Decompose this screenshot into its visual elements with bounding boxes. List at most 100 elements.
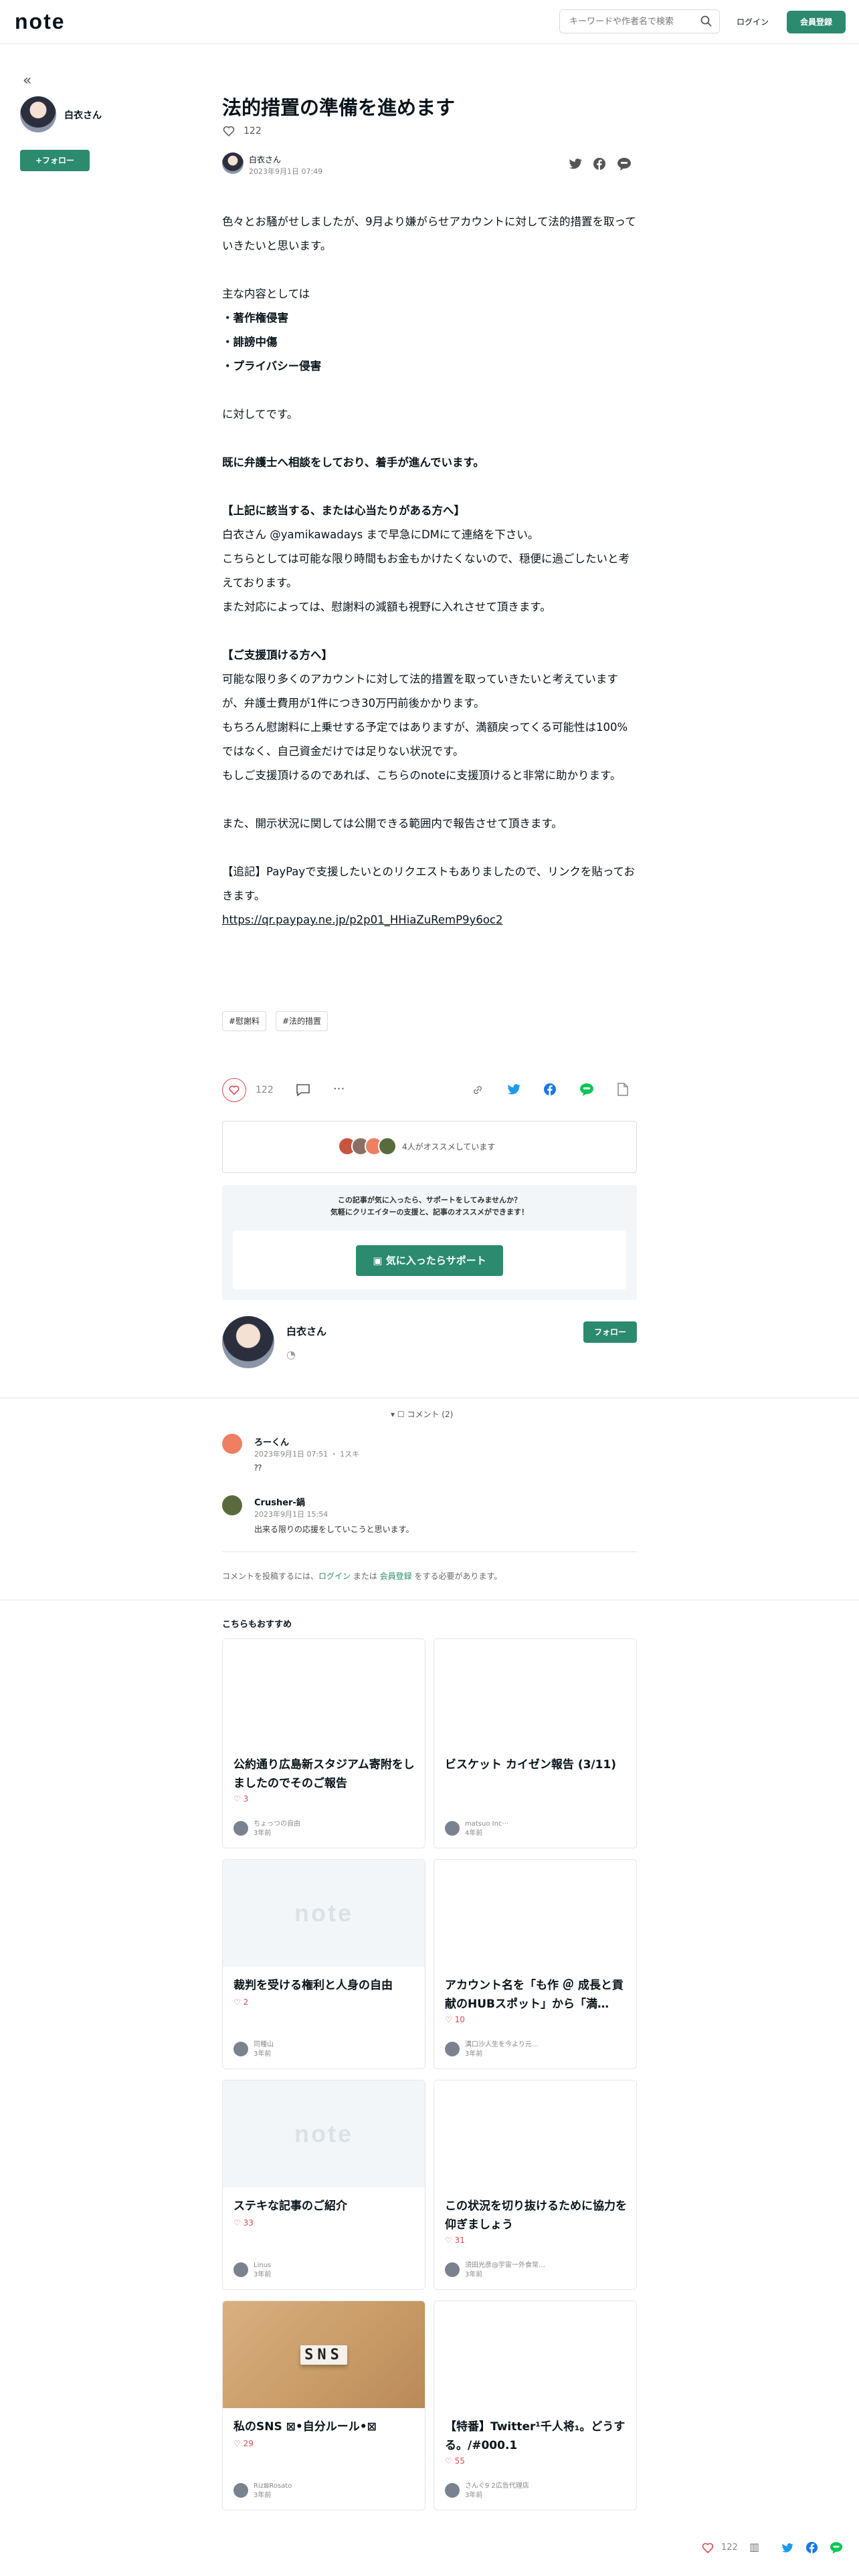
comment-icon: ☐ bbox=[397, 1410, 405, 1419]
recommend-count-text: 4人がオススメしています bbox=[402, 1142, 496, 1152]
comment-login-suffix: をする必要があります。 bbox=[411, 1572, 502, 1581]
card-time: 3年前 bbox=[465, 2050, 483, 2058]
recommend-card[interactable]: note 裁判を受ける権利と人身の自由 ♡ 2 同種山 3年前 bbox=[222, 1859, 425, 2069]
facebook-share-icon[interactable] bbox=[543, 1083, 557, 1096]
register-button[interactable]: 会員登録 bbox=[787, 11, 846, 33]
embed-icon[interactable] bbox=[617, 1083, 629, 1096]
site-header: note ログイン 会員登録 bbox=[0, 0, 859, 44]
card-like-count: 2 bbox=[243, 1998, 249, 2007]
recommend-card[interactable]: SNS 私のSNS ⊠•自分ルール•⊠ ♡ 29 Riz⊠Rosato 3年前 bbox=[222, 2300, 425, 2510]
line-share-icon[interactable] bbox=[579, 1083, 594, 1096]
line-share-icon[interactable] bbox=[830, 2541, 843, 2554]
card-title[interactable]: この状況を切り抜けるために協力を仰ぎましょう bbox=[445, 2197, 627, 2234]
publish-date: 2023年9月1日 07:49 bbox=[249, 167, 323, 176]
heart-icon[interactable] bbox=[701, 2541, 714, 2555]
card-time: 3年前 bbox=[254, 2492, 272, 2499]
facebook-share-icon[interactable] bbox=[805, 2541, 818, 2554]
card-title[interactable]: 私のSNS ⊠•自分ルール•⊠ bbox=[233, 2418, 415, 2436]
avatar bbox=[445, 2262, 460, 2277]
card-likes: ♡ 33 bbox=[233, 2218, 254, 2228]
comments-toggle[interactable]: ▾ ☐ コメント (2) bbox=[391, 1408, 453, 1420]
card-title[interactable]: 【特番】Twitter¹千人将₁。どうする。/#000.1 bbox=[445, 2418, 627, 2455]
twitter-icon[interactable] bbox=[569, 158, 582, 170]
sidebar-follow-button[interactable]: +フォロー bbox=[20, 150, 90, 171]
login-link[interactable]: ログイン bbox=[729, 11, 776, 33]
heart-icon: ♡ bbox=[233, 2218, 244, 2228]
article-paragraph: 既に弁護士へ相談をしており、着手が進んでいます。 bbox=[222, 456, 484, 469]
author-box-avatar[interactable] bbox=[222, 1316, 274, 1368]
comment-author[interactable]: ろーくん bbox=[254, 1435, 289, 1448]
comment-author[interactable]: Crusher-鍋 bbox=[254, 1495, 305, 1508]
support-button[interactable]: ▣ 気に入ったらサポート bbox=[356, 1245, 503, 1276]
card-title[interactable]: ステキな記事のご紹介 bbox=[233, 2197, 415, 2216]
magazine-icon[interactable]: ▥ bbox=[749, 2541, 759, 2553]
recommend-card[interactable]: 【特番】Twitter¹千人将₁。どうする。/#000.1 ♡ 55 さんぐ9 2広… bbox=[434, 2300, 637, 2510]
search-icon[interactable] bbox=[700, 15, 713, 28]
support-box: この記事が気に入ったら、サポートをしてみませんか？ 気軽にクリエイターの支援と、… bbox=[222, 1185, 637, 1300]
avatar[interactable] bbox=[222, 1434, 242, 1454]
card-likes: ♡ 10 bbox=[445, 2015, 465, 2024]
search-input[interactable] bbox=[559, 9, 720, 33]
card-time: 3年前 bbox=[465, 2492, 483, 2499]
article-paragraph: また、開示状況に関しては公開できる範囲内で報告させて頂きます。 bbox=[222, 817, 563, 830]
recommend-card[interactable]: ビスケット カイゼン報告 (3/11) matsuo Inc··· 4年前 bbox=[434, 1638, 637, 1848]
heart-icon[interactable] bbox=[222, 124, 235, 138]
recommend-card[interactable]: この状況を切り抜けるために協力を仰ぎましょう ♡ 31 須田光彦@宇宙一外食常… 3年… bbox=[434, 2080, 637, 2290]
avatar bbox=[445, 2483, 460, 2498]
heart-icon: ♡ bbox=[233, 1998, 244, 2007]
comment-login-prompt: コメントを投稿するには、ログイン または 会員登録 をする必要があります。 bbox=[222, 1570, 502, 1582]
card-thumbnail: note bbox=[223, 2080, 425, 2187]
rss-icon[interactable]: ◔ bbox=[286, 1348, 296, 1361]
author-avatar[interactable] bbox=[222, 152, 244, 174]
comment-login-link[interactable]: ログイン bbox=[318, 1572, 351, 1581]
sns-blocks: SNS bbox=[300, 2345, 347, 2365]
like-button[interactable] bbox=[222, 1078, 246, 1102]
note-logo[interactable]: note bbox=[15, 9, 66, 34]
comment-icon[interactable] bbox=[296, 1083, 310, 1097]
comment-register-link[interactable]: 会員登録 bbox=[380, 1572, 412, 1581]
article-paragraph: 可能な限り多くのアカウントに対して法的措置を取っていきたいと考えていますが、弁護… bbox=[222, 673, 618, 710]
card-title[interactable]: 公約通り広島新スタジアム寄附をしましたのでそのご報告 bbox=[233, 1755, 415, 1793]
card-like-count: 31 bbox=[454, 2236, 465, 2245]
card-time: 3年前 bbox=[254, 2050, 272, 2058]
paypay-link[interactable]: https://qr.paypay.ne.jp/p2p01_HHiaZuRemP… bbox=[222, 908, 637, 932]
recommend-heading: こちらもおすすめ bbox=[222, 1620, 292, 1630]
twitter-share-icon[interactable] bbox=[781, 2543, 793, 2553]
article-paragraph: 主な内容としては bbox=[222, 288, 310, 300]
article-paragraph: もちろん慰謝料に上乗せする予定ではありますが、満額戻ってくる可能性は100%では… bbox=[222, 721, 628, 758]
tag-chip[interactable]: #慰謝料 bbox=[222, 1011, 267, 1031]
facebook-icon[interactable] bbox=[593, 157, 606, 171]
card-title[interactable]: 裁判を受ける権利と人身の自由 bbox=[233, 1976, 415, 1995]
card-thumbnail: note bbox=[223, 1860, 425, 1967]
collapse-sidebar-icon[interactable]: « bbox=[23, 72, 31, 89]
card-author-name: 須田光彦@宇宙一外食常… bbox=[465, 2262, 545, 2269]
author-name[interactable]: 白衣さん bbox=[249, 154, 281, 165]
card-author-name: matsuo Inc··· bbox=[465, 1820, 508, 1828]
tag-chip[interactable]: #法的措置 bbox=[276, 1011, 328, 1031]
recommend-card[interactable]: note ステキな記事のご紹介 ♡ 33 Linus 3年前 bbox=[222, 2080, 425, 2290]
twitter-share-icon[interactable] bbox=[507, 1083, 520, 1095]
author-box-name[interactable]: 白衣さん bbox=[286, 1324, 326, 1338]
card-author-name: Linus bbox=[254, 2262, 272, 2269]
card-title[interactable]: ビスケット カイゼン報告 (3/11) bbox=[445, 1755, 627, 1774]
card-likes: ♡ 2 bbox=[233, 1998, 248, 2007]
line-icon[interactable] bbox=[617, 157, 632, 171]
card-title[interactable]: アカウント名を「も作 ＠ 成長と貢献のHUBスポット」から「満… bbox=[445, 1976, 627, 2014]
article-paragraph: に対してです。 bbox=[222, 408, 298, 421]
avatar[interactable] bbox=[222, 1495, 242, 1515]
support-card: ▣ 気に入ったらサポート bbox=[233, 1230, 626, 1289]
card-time: 3年前 bbox=[254, 1830, 272, 1837]
article-paragraph: ・プライバシー侵害 bbox=[222, 360, 322, 372]
more-options-icon[interactable]: ··· bbox=[333, 1082, 345, 1096]
link-icon[interactable] bbox=[471, 1083, 484, 1097]
recommenders-box[interactable]: 4人がオススメしています bbox=[222, 1121, 637, 1173]
avatar[interactable] bbox=[20, 96, 56, 132]
author-follow-button[interactable]: フォロー bbox=[583, 1321, 637, 1343]
recommend-card[interactable]: 公約通り広島新スタジアム寄附をしましたのでそのご報告 ♡ 3 ちょっつの自由 3年前 bbox=[222, 1638, 425, 1848]
article-paragraph: 【ご支援頂ける方へ】 bbox=[222, 649, 332, 661]
recommend-card[interactable]: アカウント名を「も作 ＠ 成長と貢献のHUBスポット」から「満… ♡ 10 溝口沙人… bbox=[434, 1859, 637, 2069]
sidebar-author-name[interactable]: 白衣さん bbox=[64, 108, 102, 122]
